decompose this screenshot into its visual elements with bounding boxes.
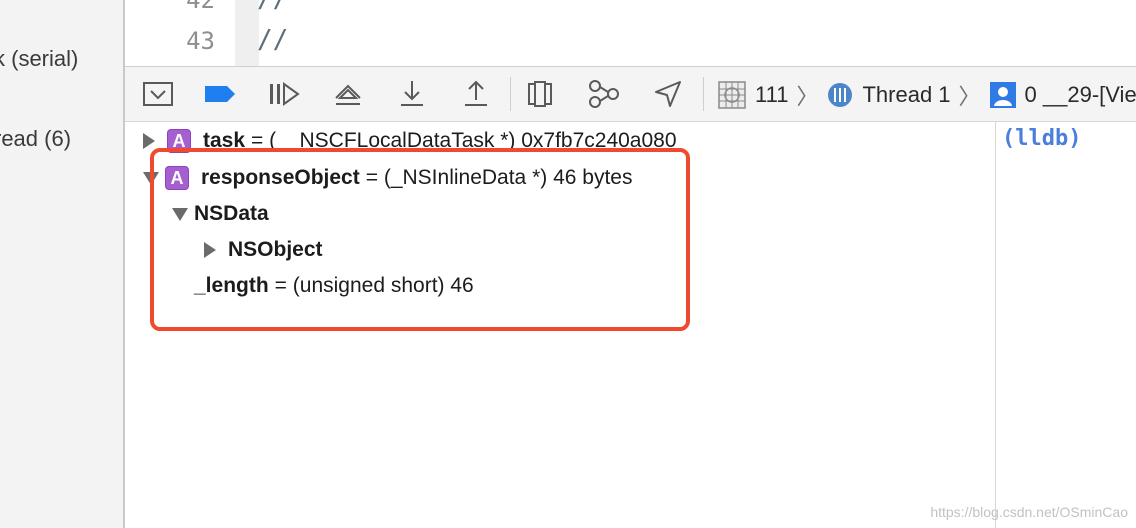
lldb-prompt: (lldb) [1002,126,1082,151]
view-hierarchy-icon [528,81,552,107]
memory-graph-icon [589,80,619,108]
source-editor: 42 // 43 // [125,0,1136,66]
continue-icon [270,82,300,106]
line-number: 42 [186,0,215,14]
code-line[interactable]: // [257,0,288,14]
chevron-right-icon: 〉 [796,84,819,109]
process-icon [718,81,746,109]
breadcrumb-thread[interactable]: Thread 1 [862,82,950,108]
watermark: https://blog.csdn.net/OSminCao [930,504,1128,520]
step-over-icon [335,84,361,105]
continue-button[interactable] [267,77,301,111]
disclosure-triangle-icon[interactable] [143,133,155,149]
debug-toolbar: 111 〉 Thread 1 〉 0 __29-[View [125,66,1136,122]
breakpoints-toggle-button[interactable] [203,77,237,111]
breadcrumb: 111 〉 Thread 1 〉 0 __29-[View [717,79,1136,111]
breakpoint-gutter[interactable] [235,0,259,66]
hide-debug-area-icon [143,82,173,106]
debug-console[interactable]: (lldb) [996,122,1136,528]
debug-memory-graph-button[interactable] [587,77,621,111]
line-number: 43 [186,27,215,55]
step-out-icon [465,80,487,106]
thread-icon [828,83,853,107]
debug-navigator: k (serial) read (6) [0,0,125,528]
breadcrumb-process[interactable]: 111 [755,82,788,108]
highlight-annotation-box [150,148,690,331]
toolbar-separator [510,77,511,111]
toolbar-separator [703,77,704,111]
user-frame-icon [989,82,1016,108]
hide-debug-area-button[interactable] [141,77,175,111]
code-line[interactable]: // [257,25,288,55]
breadcrumb-frame[interactable]: 0 __29-[View [1025,82,1136,108]
step-into-button[interactable] [395,77,429,111]
chevron-right-icon: 〉 [958,84,981,109]
debug-view-hierarchy-button[interactable] [523,77,557,111]
navigator-item-thread[interactable]: read (6) [0,126,71,152]
step-over-button[interactable] [331,77,365,111]
location-arrow-icon [655,81,681,107]
step-out-button[interactable] [459,77,493,111]
navigator-item-queue[interactable]: k (serial) [0,46,78,72]
simulate-location-button[interactable] [651,77,685,111]
breakpoint-icon [205,86,235,102]
step-into-icon [401,81,423,106]
